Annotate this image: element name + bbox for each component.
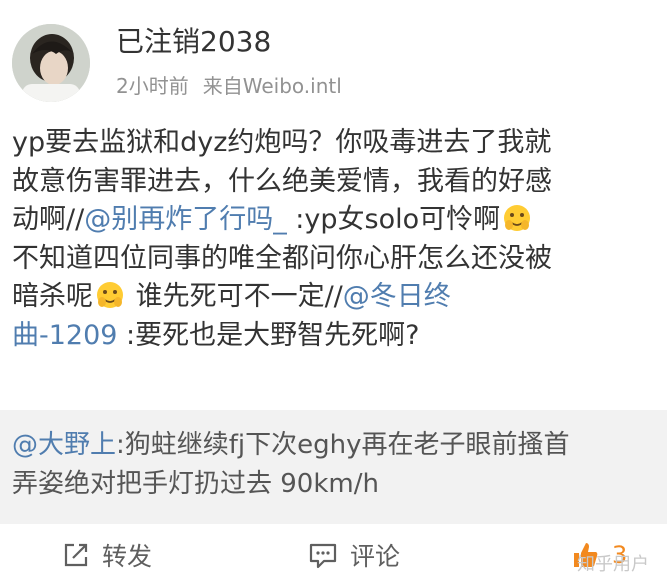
reposted-text-segment: :狗蛀继续fj下次eghy再在老子眼前搔首 [116,430,570,460]
action-bar: 转发 评论 3 知乎用户 [0,524,667,586]
reposted-line: @大野上:狗蛀继续fj下次eghy再在老子眼前搔首 [12,426,667,465]
hiding-face-emoji-icon [504,205,531,232]
post-meta: 2小时前 来自Weibo.intl [116,72,342,100]
original-author-mention[interactable]: @大野上 [12,430,116,460]
post-line: 动啊//@别再炸了行吗_ :yp女solo可怜啊 [12,201,667,240]
comment-label: 评论 [350,542,401,571]
reposted-line: 弄姿绝对把手灯扔过去 90km/h [12,468,379,499]
post-text-segment: :yp女solo可怜啊 [286,204,501,236]
post-line: 不知道四位同事的唯全都问你心肝怎么还没被 [12,242,552,274]
mention-link[interactable]: 曲-1209 [12,320,117,351]
post-line: 故意伤害罪进去，什么绝美爱情，我看的好感 [12,165,552,197]
post-time: 2小时前 [116,74,189,98]
post-text-segment: :要死也是大野智先死啊? [117,319,420,351]
post-text: yp要去监狱和dyz约炮吗？你吸毒进去了我就 故意伤害罪进去，什么绝美爱情，我看… [12,124,667,356]
post-line: yp要去监狱和dyz约炮吗？你吸毒进去了我就 [12,127,552,158]
repost-button[interactable]: 转发 [62,538,152,572]
post-line: 曲-1209 :要死也是大野智先死啊? [12,317,667,356]
repost-label: 转发 [102,542,153,571]
post-text-segment: 动啊// [12,204,85,236]
reposted-post[interactable]: @大野上:狗蛀继续fj下次eghy再在老子眼前搔首 弄姿绝对把手灯扔过去 90k… [0,410,667,524]
user-avatar[interactable] [12,24,90,102]
speech-bubble-icon [309,543,337,569]
watermark: 知乎用户 [577,554,649,575]
post-line: 暗杀呢 谁先死可不一定//@冬日终 [12,278,667,317]
post-text-segment: 暗杀呢 [12,281,93,313]
mention-link[interactable]: @别再炸了行吗_ [84,204,287,235]
hiding-face-emoji-icon [97,282,123,309]
reposted-text: @大野上:狗蛀继续fj下次eghy再在老子眼前搔首 弄姿绝对把手灯扔过去 90k… [12,426,667,503]
comment-button[interactable]: 评论 [308,538,400,572]
share-arrow-icon [64,543,88,567]
post-header: 已注销2038 2小时前 来自Weibo.intl [0,0,667,118]
post-text-segment: 谁先死可不一定// [127,281,343,313]
post-source[interactable]: 来自Weibo.intl [203,74,342,98]
avatar-image [12,24,90,102]
mention-link[interactable]: @冬日终 [343,281,451,312]
username[interactable]: 已注销2038 [116,24,271,60]
